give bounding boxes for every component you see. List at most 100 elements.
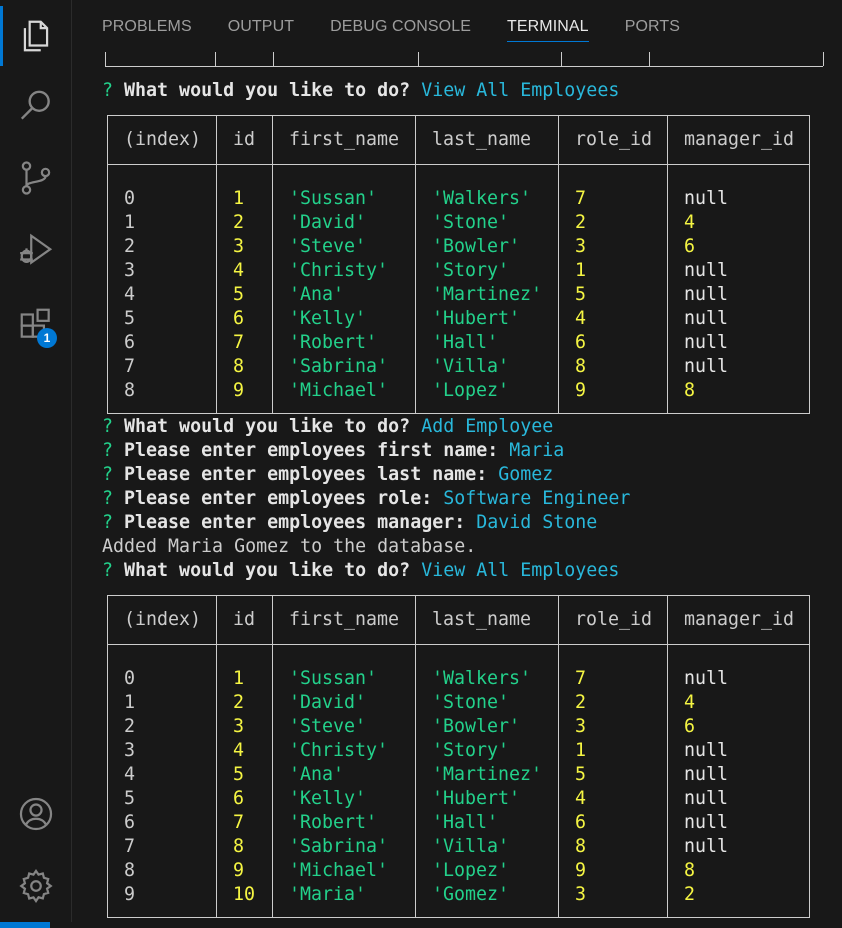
table-cell: 1 bbox=[216, 667, 273, 691]
table-cell: 'Ana' bbox=[272, 763, 416, 787]
table-cell: 1 bbox=[107, 211, 217, 235]
table-row: 2 3 'Steve' 'Bowler' 3 6 bbox=[107, 715, 810, 739]
table-cell: null bbox=[667, 763, 810, 787]
table-row: 1 2 'David' 'Stone' 2 4 bbox=[107, 211, 810, 235]
previous-table-bottom-border bbox=[105, 52, 824, 67]
tab-problems[interactable]: PROBLEMS bbox=[102, 0, 192, 52]
table-cell: 3 bbox=[216, 235, 273, 259]
extensions-badge: 1 bbox=[37, 328, 57, 348]
run-debug-button[interactable] bbox=[0, 220, 71, 280]
table-cell: 2 bbox=[558, 211, 668, 235]
search-button[interactable] bbox=[0, 76, 71, 136]
tab-terminal[interactable]: TERMINAL bbox=[506, 0, 589, 52]
tab-ports[interactable]: PORTS bbox=[625, 0, 680, 52]
table-cell: 7 bbox=[558, 667, 668, 691]
table-cell: 2 bbox=[107, 235, 217, 259]
table-cell: 9 bbox=[216, 859, 273, 883]
table-cell: 10 bbox=[216, 883, 273, 918]
table-cell: 'Bowler' bbox=[415, 235, 559, 259]
table-cell: 5 bbox=[558, 283, 668, 307]
table-cell: 6 bbox=[107, 331, 217, 355]
table-row: 2 3 'Steve' 'Bowler' 3 6 bbox=[107, 235, 810, 259]
table-cell: 3 bbox=[558, 235, 668, 259]
table-row: 5 6 'Kelly' 'Hubert' 4 null bbox=[107, 787, 810, 811]
table-row: 9 10 'Maria' 'Gomez' 3 2 bbox=[107, 883, 810, 918]
search-icon bbox=[20, 90, 50, 120]
table-cell: 'Hall' bbox=[415, 811, 559, 835]
table-cell: 9 bbox=[107, 883, 217, 918]
table-cell: null bbox=[667, 739, 810, 763]
table-cell: 1 bbox=[107, 691, 217, 715]
accounts-button[interactable] bbox=[0, 784, 71, 844]
table-cell: 5 bbox=[216, 283, 273, 307]
table-cell: 'Gomez' bbox=[415, 883, 559, 918]
table-cell: 'Robert' bbox=[272, 331, 416, 355]
table-cell: 3 bbox=[558, 883, 668, 918]
table-cell: 'Lopez' bbox=[415, 379, 559, 414]
table-cell: 'Martinez' bbox=[415, 283, 559, 307]
table-cell: 'Walkers' bbox=[415, 187, 559, 211]
table-cell: 3 bbox=[216, 715, 273, 739]
prompt-line: ? What would you like to do? View All Em… bbox=[102, 80, 620, 101]
table-header: last_name bbox=[415, 115, 559, 165]
table-cell: 0 bbox=[107, 667, 217, 691]
table-cell: 'Story' bbox=[415, 259, 559, 283]
extensions-button[interactable]: 1 bbox=[0, 294, 71, 354]
table-cell: 6 bbox=[667, 715, 810, 739]
table-cell: 'Maria' bbox=[272, 883, 416, 918]
table-cell: 5 bbox=[107, 307, 217, 331]
employees-table: (index) id first_name last_name role_id … bbox=[107, 595, 810, 918]
table-header: id bbox=[216, 595, 273, 645]
table-cell: null bbox=[667, 667, 810, 691]
table-cell: 'Hubert' bbox=[415, 787, 559, 811]
table-cell: 'Martinez' bbox=[415, 763, 559, 787]
table-cell: 5 bbox=[216, 763, 273, 787]
table-cell: 6 bbox=[107, 811, 217, 835]
table-cell: 'Kelly' bbox=[272, 307, 416, 331]
table-cell: 'Villa' bbox=[415, 355, 559, 379]
table-header: first_name bbox=[272, 595, 416, 645]
table-cell: 4 bbox=[107, 763, 217, 787]
table-row: 7 8 'Sabrina' 'Villa' 8 null bbox=[107, 835, 810, 859]
terminal-output[interactable]: ? What would you like to do? View All Em… bbox=[102, 52, 832, 922]
table-cell: 1 bbox=[216, 187, 273, 211]
table-cell: 'Walkers' bbox=[415, 667, 559, 691]
table-cell: 'Steve' bbox=[272, 235, 416, 259]
table-cell: 8 bbox=[558, 355, 668, 379]
table-cell: 'Ana' bbox=[272, 283, 416, 307]
table-cell: 3 bbox=[107, 739, 217, 763]
table-header: (index) bbox=[107, 115, 217, 165]
table-cell: null bbox=[667, 355, 810, 379]
table-cell: 7 bbox=[107, 355, 217, 379]
table-cell: 2 bbox=[107, 715, 217, 739]
manage-button[interactable] bbox=[0, 856, 71, 916]
table-cell: 8 bbox=[667, 379, 810, 414]
table-cell: 3 bbox=[558, 715, 668, 739]
table-cell: 'Kelly' bbox=[272, 787, 416, 811]
explorer-button[interactable] bbox=[0, 6, 71, 66]
account-icon bbox=[19, 797, 52, 831]
table-cell: 'Christy' bbox=[272, 739, 416, 763]
table-cell: 'Sussan' bbox=[272, 187, 416, 211]
tab-output[interactable]: OUTPUT bbox=[228, 0, 294, 52]
tab-debug-console[interactable]: DEBUG CONSOLE bbox=[330, 0, 471, 52]
table-cell: 'Story' bbox=[415, 739, 559, 763]
table-cell: 9 bbox=[558, 379, 668, 414]
table-cell: 6 bbox=[558, 331, 668, 355]
table-cell: null bbox=[667, 835, 810, 859]
table-cell: 1 bbox=[558, 739, 668, 763]
table-cell: 'Villa' bbox=[415, 835, 559, 859]
table-cell: 7 bbox=[216, 331, 273, 355]
table-cell: 'Sabrina' bbox=[272, 355, 416, 379]
table-cell: 'Bowler' bbox=[415, 715, 559, 739]
source-control-button[interactable] bbox=[0, 148, 71, 208]
table-header: manager_id bbox=[667, 115, 810, 165]
table-row: 8 9 'Michael' 'Lopez' 9 8 bbox=[107, 859, 810, 883]
table-header: role_id bbox=[558, 595, 668, 645]
employees-table: (index) id first_name last_name role_id … bbox=[107, 115, 810, 414]
table-cell: 4 bbox=[216, 259, 273, 283]
table-cell: 4 bbox=[107, 283, 217, 307]
table-cell: 3 bbox=[107, 259, 217, 283]
table-cell: 'Lopez' bbox=[415, 859, 559, 883]
table-cell: 'Stone' bbox=[415, 691, 559, 715]
